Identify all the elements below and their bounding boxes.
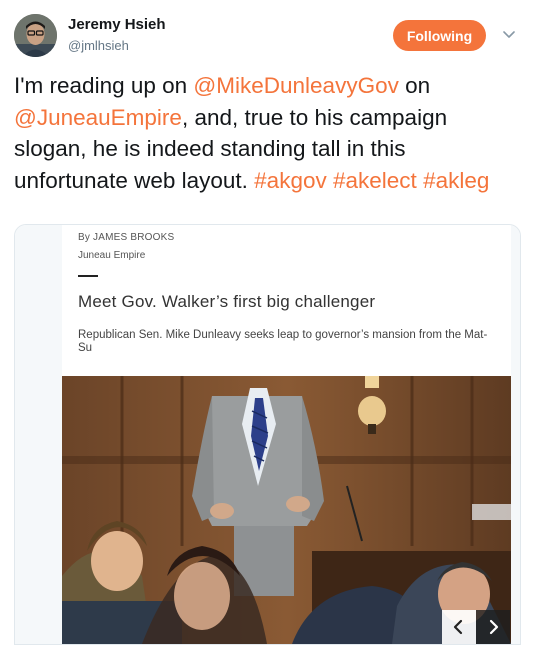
chevron-down-icon xyxy=(503,31,515,38)
following-button[interactable]: Following xyxy=(393,20,486,51)
hashtag-akelect[interactable]: #akelect xyxy=(333,168,417,193)
article-headline[interactable]: Meet Gov. Walker’s first big challenger xyxy=(78,292,375,312)
article-source: Juneau Empire xyxy=(78,250,146,261)
mention-juneauempire[interactable]: @JuneauEmpire xyxy=(14,105,182,130)
article-photo[interactable] xyxy=(62,376,511,644)
divider xyxy=(78,275,98,277)
carousel-prev-button[interactable] xyxy=(442,610,476,644)
more-menu-button[interactable] xyxy=(501,26,517,42)
tweet-text: I'm reading up on @MikeDunleavyGov on @J… xyxy=(14,70,519,196)
chevron-right-icon xyxy=(489,619,499,635)
article-subhead: Republican Sen. Mike Dunleavy seeks leap… xyxy=(78,329,488,354)
article-photo-image xyxy=(62,376,511,644)
hashtag-akleg[interactable]: #akleg xyxy=(423,168,489,193)
chevron-left-icon xyxy=(453,619,463,635)
card-margin-left xyxy=(15,225,62,644)
carousel-next-button[interactable] xyxy=(476,610,510,644)
avatar[interactable] xyxy=(14,14,57,57)
article-byline: By JAMES BROOKS xyxy=(78,232,175,243)
hashtag-akgov[interactable]: #akgov xyxy=(254,168,327,193)
tweet-text-part: on xyxy=(398,73,431,98)
link-card[interactable]: By JAMES BROOKS Juneau Empire Meet Gov. … xyxy=(14,224,521,645)
mention-mikedunleavygov[interactable]: @MikeDunleavyGov xyxy=(193,73,398,98)
author-name[interactable]: Jeremy Hsieh xyxy=(68,16,166,33)
user-avatar-icon xyxy=(14,14,57,57)
tweet-text-part: I'm reading up on xyxy=(14,73,194,98)
card-margin-right xyxy=(511,225,520,644)
author-handle[interactable]: @jmlhsieh xyxy=(68,38,129,53)
